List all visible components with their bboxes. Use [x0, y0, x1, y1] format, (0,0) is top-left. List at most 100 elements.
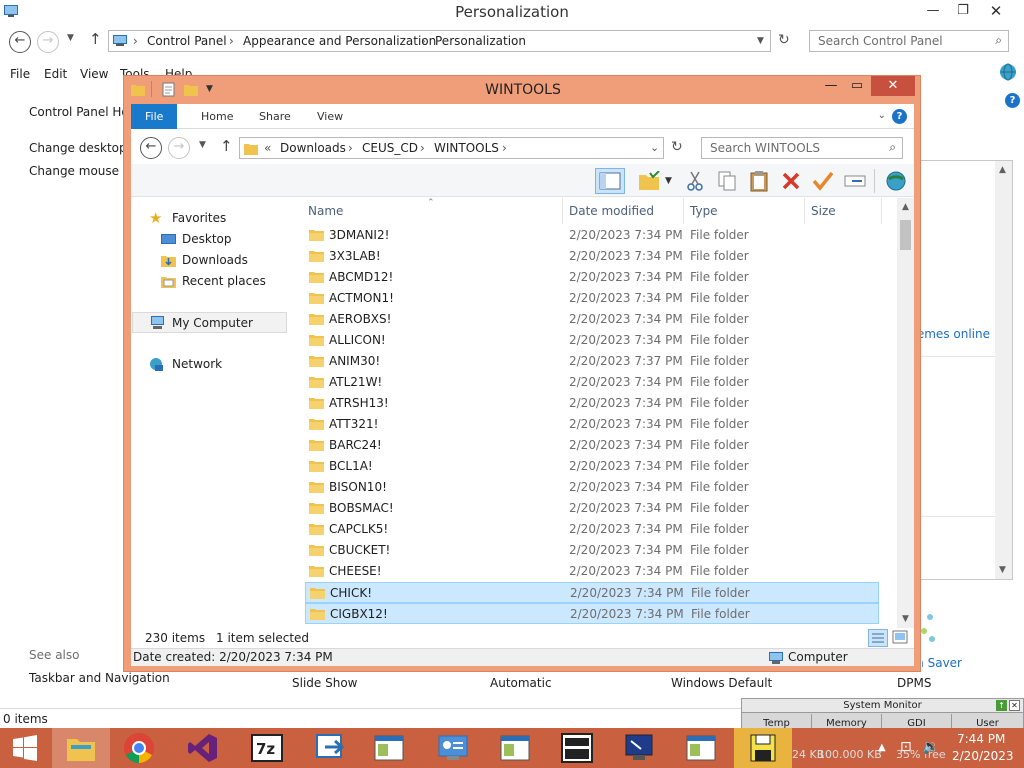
- maximize-button[interactable]: ❐: [947, 0, 979, 22]
- nav-downloads[interactable]: Downloads: [131, 250, 291, 271]
- show-hidden-icons[interactable]: ▲: [878, 742, 886, 753]
- table-row[interactable]: ALLICON! 2/20/2023 7:34 PM File folder: [305, 330, 879, 351]
- table-row[interactable]: ATT321! 2/20/2023 7:34 PM File folder: [305, 414, 879, 435]
- column-header-size[interactable]: Size: [806, 198, 882, 224]
- explorer-forward-button[interactable]: →: [168, 137, 190, 159]
- table-row[interactable]: ACTMON1! 2/20/2023 7:34 PM File folder: [305, 288, 879, 309]
- globe-icon[interactable]: [998, 62, 1018, 82]
- nav-network[interactable]: Network: [131, 354, 291, 375]
- screen-saver-label[interactable]: Screen Saver: [922, 656, 962, 670]
- table-row[interactable]: AEROBXS! 2/20/2023 7:34 PM File folder: [305, 309, 879, 330]
- column-header-type[interactable]: Type: [685, 198, 805, 224]
- file-explorer-icon[interactable]: [52, 728, 110, 768]
- themes-scrollbar[interactable]: ▲ ▼: [995, 161, 1012, 579]
- breadcrumb-downloads[interactable]: Downloads: [280, 141, 346, 155]
- checklist-folder-icon[interactable]: [636, 168, 662, 194]
- desktop-background-label[interactable]: Slide Show: [292, 676, 357, 690]
- tab-view[interactable]: View: [303, 104, 357, 129]
- paste-icon[interactable]: [746, 168, 772, 194]
- monitor-up-icon[interactable]: ↑: [996, 700, 1007, 711]
- copy-icon[interactable]: [714, 168, 740, 194]
- column-header-date-modified[interactable]: Date modified: [564, 198, 684, 224]
- cmd-icon[interactable]: [548, 728, 606, 768]
- nav-my-computer[interactable]: My Computer: [132, 312, 287, 333]
- breadcrumb-appearance[interactable]: Appearance and Personalization: [243, 34, 436, 48]
- scroll-down-icon[interactable]: ▼: [897, 614, 914, 624]
- address-dropdown-icon[interactable]: ▼: [757, 36, 764, 46]
- delete-icon[interactable]: [778, 168, 804, 194]
- network-tray-icon[interactable]: ⊡: [900, 739, 912, 755]
- clock-time[interactable]: 7:44 PM: [957, 732, 1005, 746]
- rename-icon[interactable]: [842, 168, 868, 194]
- close-button[interactable]: ✕: [980, 0, 1012, 22]
- explorer-search[interactable]: Search WINTOOLS ⌕: [701, 137, 903, 159]
- table-row[interactable]: CHICK! 2/20/2023 7:34 PM File folder: [305, 582, 879, 603]
- up-button[interactable]: ↑: [89, 30, 102, 48]
- wintools-explorer-window[interactable]: ▼ WINTOOLS — ▭ ✕ File Home Share View ⌄ …: [123, 75, 921, 672]
- remote-icon[interactable]: [302, 728, 360, 768]
- screen-saver-name-label[interactable]: DPMS: [897, 676, 931, 690]
- visual-studio-icon[interactable]: [174, 728, 232, 768]
- breadcrumb-ceus-cd[interactable]: CEUS_CD: [362, 141, 418, 155]
- monitor-close-icon[interactable]: ✕: [1009, 700, 1020, 711]
- cut-icon[interactable]: [682, 168, 708, 194]
- breadcrumb-wintools[interactable]: WINTOOLS: [434, 141, 499, 155]
- recent-locations-icon[interactable]: ▼: [67, 33, 74, 43]
- menu-edit[interactable]: Edit: [44, 67, 67, 81]
- tab-share[interactable]: Share: [245, 104, 305, 129]
- explorer-help-icon[interactable]: ?: [892, 109, 907, 124]
- control-panel-search[interactable]: Search Control Panel ⌕: [809, 30, 1009, 52]
- floppy-icon[interactable]: [734, 728, 792, 768]
- table-row[interactable]: 3X3LAB! 2/20/2023 7:34 PM File folder: [305, 246, 879, 267]
- table-row[interactable]: ANIM30! 2/20/2023 7:37 PM File folder: [305, 351, 879, 372]
- explorer-search-icon[interactable]: ⌕: [889, 140, 896, 155]
- explorer-back-button[interactable]: ←: [140, 137, 162, 159]
- explorer-close-button[interactable]: ✕: [871, 76, 915, 96]
- refresh-icon[interactable]: ↻: [778, 32, 790, 48]
- volume-icon[interactable]: 🔉: [922, 739, 939, 755]
- forward-button[interactable]: →: [37, 31, 59, 53]
- checkmark-icon[interactable]: [810, 168, 836, 194]
- table-row[interactable]: BOBSMAC! 2/20/2023 7:34 PM File folder: [305, 498, 879, 519]
- scroll-down-icon[interactable]: ▼: [999, 565, 1006, 575]
- table-row[interactable]: CIGBX12! 2/20/2023 7:34 PM File folder: [305, 603, 879, 624]
- explorer-maximize-button[interactable]: ▭: [844, 76, 870, 96]
- column-header-name[interactable]: Name: [303, 198, 563, 224]
- minimize-button[interactable]: —: [917, 0, 949, 22]
- table-row[interactable]: ABCMD12! 2/20/2023 7:34 PM File folder: [305, 267, 879, 288]
- scroll-up-icon[interactable]: ▲: [999, 165, 1006, 175]
- table-row[interactable]: CBUCKET! 2/20/2023 7:34 PM File folder: [305, 540, 879, 561]
- preview-pane-icon[interactable]: [595, 168, 625, 194]
- window-icon-2[interactable]: [486, 728, 544, 768]
- scroll-up-icon[interactable]: ▲: [897, 202, 914, 212]
- globe-icon[interactable]: [883, 168, 909, 194]
- explorer-address-bar[interactable]: « Downloads › CEUS_CD › WINTOOLS › ⌄: [239, 137, 664, 159]
- window-icon[interactable]: [360, 728, 418, 768]
- control-panel-icon[interactable]: [424, 728, 482, 768]
- menu-view[interactable]: View: [80, 67, 108, 81]
- window-icon-3[interactable]: [672, 728, 730, 768]
- search-icon[interactable]: ⌕: [995, 33, 1002, 48]
- menu-file[interactable]: File: [10, 67, 30, 81]
- sounds-label[interactable]: Windows Default: [671, 676, 772, 690]
- start-icon[interactable]: [0, 728, 50, 768]
- monitor-icon[interactable]: [610, 728, 668, 768]
- details-view-icon[interactable]: [868, 629, 888, 647]
- explorer-recent-icon[interactable]: ▼: [199, 140, 206, 150]
- table-row[interactable]: BARC24! 2/20/2023 7:34 PM File folder: [305, 435, 879, 456]
- breadcrumb-control-panel[interactable]: Control Panel: [147, 34, 227, 48]
- tab-file[interactable]: File: [131, 104, 178, 129]
- explorer-up-button[interactable]: ↑: [220, 137, 233, 155]
- nav-desktop[interactable]: Desktop: [131, 229, 291, 250]
- get-themes-online-link[interactable]: Get more themes online: [920, 327, 990, 341]
- table-row[interactable]: CAPCLK5! 2/20/2023 7:34 PM File folder: [305, 519, 879, 540]
- table-row[interactable]: ATL21W! 2/20/2023 7:34 PM File folder: [305, 372, 879, 393]
- nav-favorites[interactable]: ★ Favorites: [131, 208, 291, 229]
- tab-home[interactable]: Home: [187, 104, 247, 129]
- toolbar-dropdown-icon[interactable]: ▼: [665, 176, 672, 186]
- chrome-icon[interactable]: [110, 728, 168, 768]
- table-row[interactable]: ATRSH13! 2/20/2023 7:34 PM File folder: [305, 393, 879, 414]
- explorer-titlebar[interactable]: ▼ WINTOOLS — ▭ ✕: [124, 76, 922, 104]
- breadcrumb-personalization[interactable]: Personalization: [435, 34, 526, 48]
- back-button[interactable]: ←: [9, 31, 31, 53]
